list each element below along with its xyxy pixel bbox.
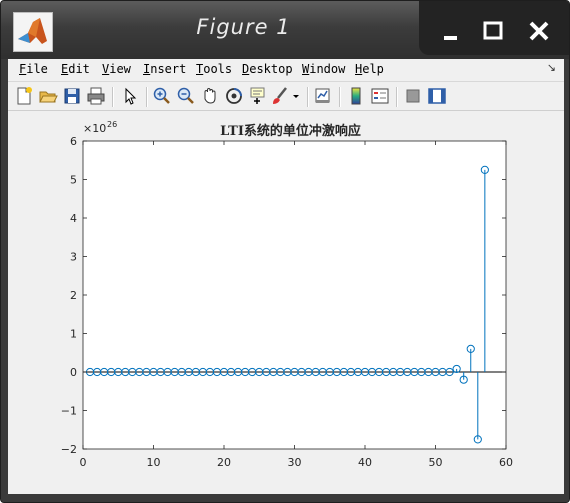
- menu-desktop[interactable]: Desktop: [242, 62, 293, 76]
- toolbar-separator: [339, 87, 341, 107]
- save-icon[interactable]: [62, 86, 82, 106]
- x-tick-label: 20: [217, 456, 231, 469]
- window-controls: [419, 1, 569, 55]
- menu-view[interactable]: View: [102, 62, 131, 76]
- pointer-icon[interactable]: [120, 86, 140, 106]
- menu-tools-label: ools: [203, 62, 233, 76]
- maximize-button[interactable]: [469, 1, 517, 55]
- menu-help[interactable]: Help: [355, 62, 384, 76]
- x-tick-label: 10: [147, 456, 161, 469]
- toolbar-separator: [396, 87, 398, 107]
- y-tick-label: 2: [70, 289, 77, 302]
- x-tick-label: 60: [499, 456, 513, 469]
- brush-icon[interactable]: [270, 86, 290, 106]
- x-tick-label: 40: [358, 456, 372, 469]
- dock-figure-button[interactable]: ↘: [547, 61, 556, 74]
- brush-dropdown-icon[interactable]: [290, 86, 302, 106]
- open-file-icon[interactable]: [38, 86, 58, 106]
- chart-title: LTI系统的单位冲激响应: [220, 123, 361, 139]
- y-tick-label: 5: [70, 174, 77, 187]
- menu-window[interactable]: Window: [302, 62, 345, 76]
- figure-window: Figure 1 File Edit View Insert Tools Des…: [0, 0, 570, 503]
- toolbar-separator: [112, 87, 114, 107]
- menu-edit-label: dit: [68, 62, 90, 76]
- y-tick-label: 4: [70, 212, 77, 225]
- menu-file[interactable]: File: [19, 62, 48, 76]
- y-exponent-value: 26: [107, 120, 117, 129]
- window-title: Figure 1: [196, 15, 291, 39]
- x-tick-label: 50: [429, 456, 443, 469]
- axes-plot[interactable]: 0 10 20 30 40 50 60 −2 −1 0 1 2 3 4 5 6 ×10 26 LTI系统的单位冲激响…: [8, 111, 564, 494]
- y-tick-label: 6: [70, 135, 77, 148]
- menu-view-label: iew: [109, 62, 131, 76]
- y-tick-label: 0: [70, 366, 77, 379]
- link-plot-icon[interactable]: [313, 86, 333, 106]
- menu-insert[interactable]: Insert: [143, 62, 186, 76]
- zoom-out-icon[interactable]: [176, 86, 196, 106]
- rotate-3d-icon[interactable]: [224, 86, 244, 106]
- menu-desktop-label: esktop: [249, 62, 293, 76]
- y-tick-label: 3: [70, 251, 77, 264]
- menu-insert-label: nsert: [150, 62, 187, 76]
- toolbar-separator: [146, 87, 148, 107]
- y-exponent-label: ×10: [83, 122, 106, 135]
- menu-file-label: ile: [26, 62, 48, 76]
- menu-edit[interactable]: Edit: [61, 62, 90, 76]
- title-bar[interactable]: Figure 1: [1, 1, 569, 59]
- minimize-button[interactable]: [427, 1, 475, 55]
- axes-background: [83, 141, 506, 449]
- window-bottom-border: [1, 494, 569, 502]
- pan-icon[interactable]: [200, 86, 220, 106]
- x-tick-label: 30: [288, 456, 302, 469]
- print-icon[interactable]: [86, 86, 106, 106]
- legend-icon[interactable]: [370, 86, 390, 106]
- figure-toolbar: [8, 81, 564, 111]
- menu-bar: File Edit View Insert Tools Desktop Wind…: [8, 59, 564, 81]
- toolbar-separator: [307, 87, 309, 107]
- close-icon: [529, 21, 549, 41]
- close-button[interactable]: [515, 1, 563, 55]
- y-tick-label: −1: [61, 405, 77, 418]
- colorbar-icon[interactable]: [346, 86, 366, 106]
- x-tick-label: 0: [80, 456, 87, 469]
- zoom-in-icon[interactable]: [152, 86, 172, 106]
- new-figure-icon[interactable]: [14, 86, 34, 106]
- hide-plot-tools-icon[interactable]: [403, 86, 423, 106]
- y-tick-label: −2: [61, 443, 77, 456]
- figure-canvas: 0 10 20 30 40 50 60 −2 −1 0 1 2 3 4 5 6 ×10 26 LTI系统的单位冲激响…: [8, 111, 564, 494]
- show-plot-tools-icon[interactable]: [427, 86, 447, 106]
- y-tick-label: 1: [70, 328, 77, 341]
- menu-help-label: elp: [362, 62, 384, 76]
- menu-tools[interactable]: Tools: [196, 62, 232, 76]
- menu-window-label: indow: [309, 62, 346, 76]
- data-cursor-icon[interactable]: [248, 86, 268, 106]
